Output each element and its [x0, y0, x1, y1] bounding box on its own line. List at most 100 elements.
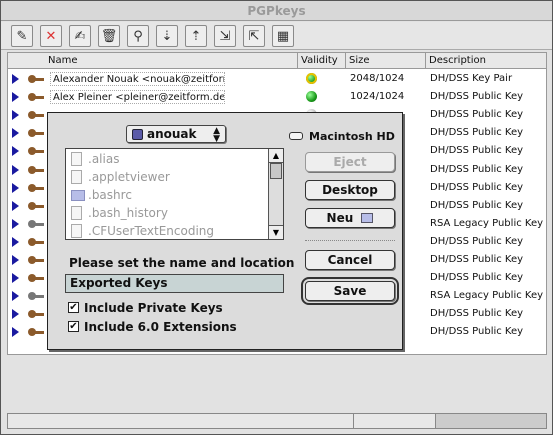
key-icon [28, 310, 44, 319]
key-description: DH/DSS Public Key [430, 272, 524, 284]
include-60-extensions-label: Include 6.0 Extensions [84, 320, 237, 334]
desktop-button[interactable]: Desktop [305, 180, 395, 200]
title-bar[interactable]: PGPkeys [1, 1, 552, 21]
key-description: DH/DSS Public Key [430, 308, 524, 320]
volume-label: Macintosh HD [289, 130, 395, 143]
file-name: .bash_history [88, 206, 168, 220]
file-list-scrollbar[interactable]: ▲ ▼ [268, 149, 283, 239]
export-icon[interactable]: ⇱ [243, 25, 265, 47]
key-description: DH/DSS Public Key [430, 109, 524, 121]
key-description: RSA Legacy Public Key [430, 217, 544, 229]
key-description: DH/DSS Public Key [430, 181, 524, 193]
key-icon [28, 111, 44, 120]
key-pair-icon [28, 75, 44, 83]
key-icon [28, 292, 44, 301]
toolbar: ✎ ✕ ✍ 🗑 ⚲ ⇣ ⇡ ⇲ ⇱ ▦ [1, 22, 552, 50]
key-size: 1024/1024 [350, 91, 405, 103]
file-name: .alias [88, 152, 120, 166]
file-name: .appletviewer [88, 170, 170, 184]
key-icon [28, 274, 44, 283]
scroll-thumb[interactable] [270, 163, 282, 179]
key-icon [28, 256, 44, 264]
cancel-button[interactable]: Cancel [305, 250, 395, 270]
key-description: DH/DSS Public Key [430, 91, 524, 103]
folder-popup-label: anouak [147, 127, 197, 141]
key-icon [28, 183, 44, 192]
document-icon [71, 206, 82, 220]
window-title: PGPkeys [247, 4, 306, 18]
key-icon [28, 219, 44, 228]
key-size: 2048/1024 [350, 73, 405, 84]
file-list-item[interactable]: .bash_history [68, 204, 268, 222]
key-description: DH/DSS Public Key [430, 235, 524, 247]
column-name[interactable]: Name [8, 53, 298, 69]
eject-button[interactable]: Eject [305, 152, 395, 172]
name-prompt: Please set the name and location [69, 256, 295, 270]
column-header: Name Validity Size Description [7, 52, 547, 69]
validity-pair-icon [306, 73, 317, 84]
key-name: Alex Pleiner <pleiner@zeitform.de> [50, 90, 225, 105]
disclosure-triangle-icon[interactable] [12, 255, 19, 265]
key-description: DH/DSS Public Key [430, 326, 524, 338]
folder-disk-icon [132, 129, 143, 140]
horizontal-scrollbar[interactable] [7, 413, 547, 429]
save-button[interactable]: Save [301, 277, 399, 305]
file-list-item[interactable]: .CFUserTextEncoding [68, 222, 268, 239]
disclosure-triangle-icon[interactable] [12, 236, 19, 247]
search-icon[interactable]: ⚲ [127, 25, 149, 47]
filename-field[interactable]: Exported Keys [65, 274, 284, 293]
button-separator [305, 240, 395, 241]
column-size[interactable]: Size [346, 53, 426, 69]
file-list-item[interactable]: .alias [68, 150, 268, 168]
key-description: DH/DSS Public Key [430, 254, 524, 265]
import-icon[interactable]: ⇲ [214, 25, 236, 47]
disclosure-triangle-icon[interactable] [12, 200, 19, 211]
new-folder-button[interactable]: Neu [305, 208, 395, 228]
document-icon [71, 224, 82, 238]
key-icon [28, 201, 44, 210]
key-description: DH/DSS Public Key [430, 163, 524, 175]
disclosure-triangle-icon[interactable] [12, 92, 19, 103]
disclosure-triangle-icon[interactable] [12, 182, 19, 193]
include-private-keys-label: Include Private Keys [84, 301, 223, 315]
keyserver-get-icon[interactable]: ⇣ [156, 25, 178, 47]
scroll-down-arrow-icon[interactable]: ▼ [269, 225, 283, 239]
key-description: DH/DSS Public Key [430, 127, 524, 139]
key-icon [28, 237, 44, 246]
disclosure-triangle-icon[interactable] [12, 273, 19, 284]
file-list-item[interactable]: .appletviewer [68, 168, 268, 186]
keyserver-send-icon[interactable]: ⇡ [185, 25, 207, 47]
key-icon [28, 328, 44, 337]
disclosure-triangle-icon[interactable] [12, 164, 19, 175]
column-validity[interactable]: Validity [298, 53, 346, 69]
delete-icon[interactable]: 🗑 [98, 25, 120, 47]
updown-arrows-icon: ▲ ▼ [213, 126, 220, 144]
checkbox-icon: ✔ [68, 321, 79, 332]
folder-popup[interactable]: anouak ▲ ▼ [126, 125, 226, 144]
scroll-up-arrow-icon[interactable]: ▲ [269, 149, 283, 163]
column-description[interactable]: Description [426, 53, 546, 69]
sign-icon[interactable]: ✍ [69, 25, 91, 47]
disclosure-triangle-icon[interactable] [12, 309, 19, 320]
include-private-keys-checkbox[interactable]: ✔ Include Private Keys [68, 301, 268, 315]
key-icon [28, 147, 44, 156]
export-save-dialog: anouak ▲ ▼ Macintosh HD .alias .appletview… [47, 112, 403, 350]
file-list[interactable]: .alias .appletviewer .bashrc .bash_history.… [65, 148, 284, 240]
key-icon [28, 93, 44, 102]
disclosure-triangle-icon[interactable] [12, 218, 19, 229]
disclosure-triangle-icon[interactable] [12, 327, 19, 338]
disclosure-triangle-icon[interactable] [12, 128, 19, 139]
validity-icon [306, 91, 317, 103]
disclosure-triangle-icon[interactable] [12, 146, 19, 157]
new-key-icon[interactable]: ✎ [11, 25, 33, 47]
key-row[interactable]: Alexander Nouak <nouak@zeitform.de> 2048/… [8, 70, 546, 88]
revoke-icon[interactable]: ✕ [40, 25, 62, 47]
disclosure-triangle-icon[interactable] [12, 74, 19, 84]
file-list-item[interactable]: .bashrc [68, 186, 268, 204]
save-icon[interactable]: ▦ [272, 25, 294, 47]
disclosure-triangle-icon[interactable] [12, 291, 19, 302]
include-60-extensions-checkbox[interactable]: ✔ Include 6.0 Extensions [68, 320, 268, 334]
disclosure-triangle-icon[interactable] [12, 110, 19, 121]
file-name: .CFUserTextEncoding [88, 224, 215, 238]
key-row[interactable]: Alex Pleiner <pleiner@zeitform.de> 1024/1… [8, 88, 546, 106]
